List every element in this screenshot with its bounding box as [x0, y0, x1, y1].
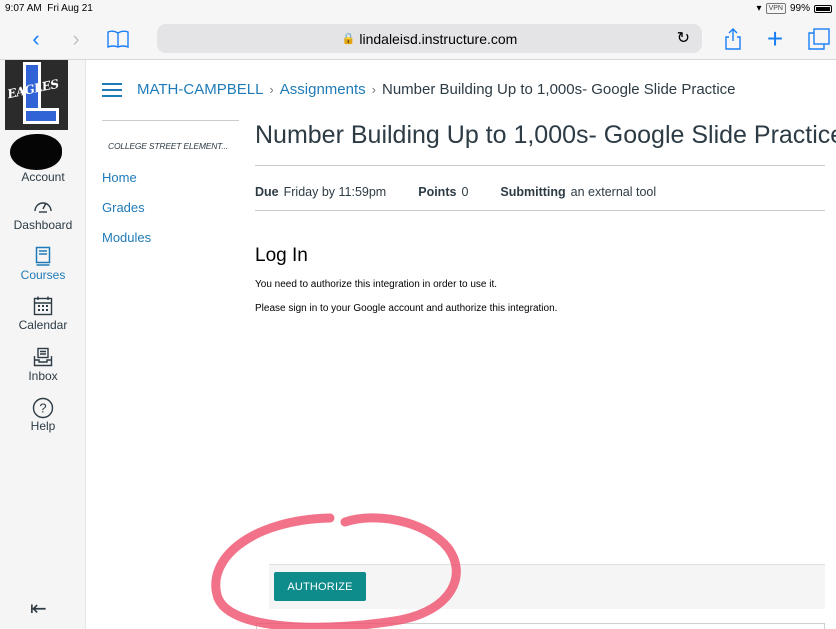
address-bar[interactable]: 🔒 lindaleisd.instructure.com ↻ [157, 24, 702, 53]
nav-inbox[interactable]: Inbox [0, 347, 86, 383]
browser-toolbar: ‹ › 🔒 lindaleisd.instructure.com ↻ + [0, 18, 836, 60]
divider [255, 165, 825, 166]
nav-help[interactable]: ? Help [0, 397, 86, 433]
status-bar: 9:07 AM Fri Aug 21 ▾ VPN 99% [0, 0, 836, 18]
nav-courses-label: Courses [20, 268, 66, 282]
course-nav-grades[interactable]: Grades [102, 200, 145, 215]
breadcrumb-separator-icon: › [371, 82, 376, 97]
divider [102, 120, 239, 121]
book-icon [0, 246, 86, 268]
battery-percent: 99% [789, 3, 810, 14]
share-icon[interactable] [720, 18, 746, 60]
breadcrumb-separator-icon: › [269, 82, 274, 97]
collapse-nav-icon[interactable]: ⇤ [30, 596, 47, 621]
chevron-left-icon[interactable]: ‹ [24, 18, 48, 60]
submitting-label: Submitting [500, 185, 566, 199]
book-icon[interactable] [104, 18, 132, 60]
nav-help-label: Help [30, 419, 56, 433]
breadcrumb: MATH-CAMPBELL › Assignments › Number Bui… [137, 81, 736, 98]
chevron-right-icon[interactable]: › [64, 18, 88, 60]
points-value: 0 [461, 185, 469, 199]
login-instruction: You need to authorize this integration i… [255, 279, 498, 290]
authorize-button[interactable]: AUTHORIZE [274, 572, 366, 601]
tabs-icon[interactable] [806, 18, 832, 60]
nav-calendar-label: Calendar [18, 318, 68, 332]
nav-account-label: Account [21, 170, 65, 184]
status-time: 9:07 AM Fri Aug 21 [5, 3, 93, 14]
nav-calendar[interactable]: Calendar [0, 296, 86, 332]
wifi-icon: ▾ [756, 3, 762, 14]
assignment-details: Due Friday by 11:59pm Points 0 Submittin… [255, 185, 656, 199]
submitting-value: an external tool [570, 185, 657, 199]
plus-icon[interactable]: + [762, 18, 788, 60]
school-logo[interactable]: EAGLES [5, 60, 68, 130]
avatar[interactable] [10, 134, 62, 170]
dashboard-icon [0, 196, 86, 218]
breadcrumb-assignments[interactable]: Assignments [280, 81, 366, 98]
hamburger-menu-icon[interactable] [102, 82, 124, 98]
course-nav-modules[interactable]: Modules [102, 230, 151, 245]
breadcrumb-current: Number Building Up to 1,000s- Google Sli… [381, 81, 736, 98]
due-label: Due [255, 185, 279, 199]
nav-inbox-label: Inbox [28, 369, 58, 383]
nav-dashboard-label: Dashboard [13, 218, 73, 232]
url-text: lindaleisd.instructure.com [359, 30, 518, 47]
course-nav-title: COLLEGE STREET ELEMENT... [108, 141, 228, 151]
login-instruction: Please sign in to your Google account an… [255, 303, 558, 314]
course-nav-home[interactable]: Home [102, 170, 137, 185]
nav-dashboard[interactable]: Dashboard [0, 196, 86, 232]
inbox-icon [0, 347, 86, 369]
breadcrumb-course[interactable]: MATH-CAMPBELL [137, 81, 263, 98]
help-icon: ? [0, 397, 86, 419]
page-title: Number Building Up to 1,000s- Google Sli… [255, 121, 836, 149]
global-nav: EAGLES Account Dashboard Courses Calenda… [0, 60, 86, 629]
tool-frame [256, 623, 825, 629]
calendar-icon [0, 296, 86, 318]
nav-account[interactable]: Account [0, 170, 86, 184]
lock-icon: 🔒 [341, 33, 356, 45]
reload-icon[interactable]: ↻ [677, 28, 690, 48]
battery-icon [814, 4, 832, 13]
due-value: Friday by 11:59pm [283, 185, 387, 199]
login-heading: Log In [255, 245, 308, 266]
vpn-badge: VPN [765, 3, 786, 14]
points-label: Points [418, 185, 457, 199]
svg-text:?: ? [39, 401, 46, 416]
divider [255, 210, 825, 211]
nav-courses[interactable]: Courses [0, 246, 86, 282]
